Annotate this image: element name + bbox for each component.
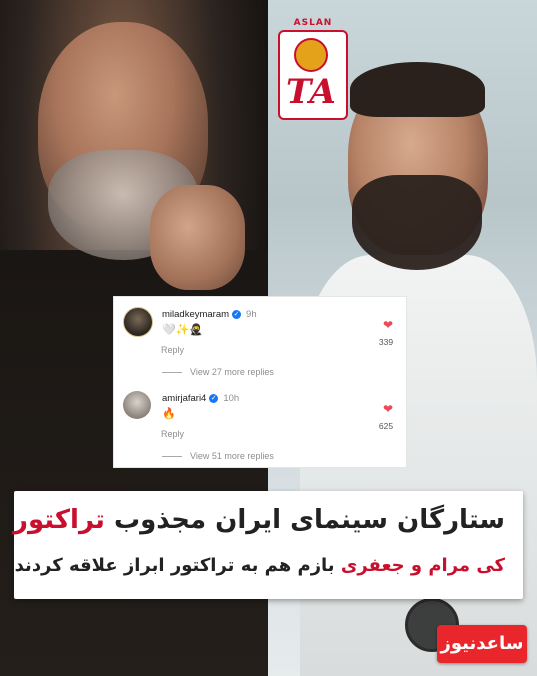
brand-name: ساعدنیوز xyxy=(440,633,524,654)
headline-banner: ستارگان سینمای ایران مجذوب تراکتور ! کی … xyxy=(0,491,523,599)
reply-button[interactable]: Reply xyxy=(161,345,184,355)
comment-time: 9h xyxy=(246,309,257,320)
comment-username[interactable]: amirjafari4 ✓ 10h xyxy=(162,393,239,404)
subheadline-highlight: کی مرام و جعفری xyxy=(340,555,505,576)
verified-badge-icon: ✓ xyxy=(209,393,219,403)
subheadline-rest: بازم هم به تراکتور ابراز علاقه کردند xyxy=(14,555,341,576)
brand-logo-badge: ساعدنیوز xyxy=(437,625,527,663)
headline-suffix: ! xyxy=(0,505,13,535)
logo-main-text: TA xyxy=(286,72,336,112)
logo-top-text: ASLAN xyxy=(293,18,333,28)
view-replies-link[interactable]: View 51 more replies xyxy=(162,451,274,461)
avatar[interactable] xyxy=(123,307,153,337)
left-man-hand xyxy=(150,185,245,290)
divider-line xyxy=(162,372,182,374)
like-count: 339 xyxy=(378,337,394,347)
username-text[interactable]: amirjafari4 xyxy=(162,393,206,404)
lion-icon xyxy=(294,38,328,72)
heart-icon[interactable]: ❤ xyxy=(382,319,394,331)
avatar[interactable] xyxy=(123,391,151,419)
view-replies-link[interactable]: View 27 more replies xyxy=(162,367,274,377)
comment-body: 🔥 xyxy=(162,407,176,420)
right-man-beard xyxy=(352,175,482,270)
comment-time: 10h xyxy=(223,393,240,404)
divider-line xyxy=(162,456,182,458)
verified-badge-icon: ✓ xyxy=(232,309,242,319)
logo-shield: TA xyxy=(278,30,348,120)
like-count: 625 xyxy=(378,421,394,431)
reply-button[interactable]: Reply xyxy=(161,429,184,439)
headline-prefix: ستارگان سینمای ایران مجذوب xyxy=(104,505,505,535)
heart-icon[interactable]: ❤ xyxy=(382,403,394,415)
right-man-hair xyxy=(350,62,485,117)
headline-highlight: تراکتور xyxy=(13,505,105,535)
subheadline: کی مرام و جعفری بازم هم به تراکتور ابراز… xyxy=(15,555,505,576)
headline: ستارگان سینمای ایران مجذوب تراکتور ! xyxy=(0,505,505,535)
view-replies-text[interactable]: View 27 more replies xyxy=(190,367,274,377)
comment-body: 🤍✨🥷 xyxy=(162,323,204,336)
comment-username[interactable]: miladkeymaram ✓ 9h xyxy=(162,309,257,320)
username-text[interactable]: miladkeymaram xyxy=(162,309,229,320)
tractor-club-logo: ASLAN TA xyxy=(278,18,348,122)
view-replies-text[interactable]: View 51 more replies xyxy=(190,451,274,461)
instagram-comments-card: miladkeymaram ✓ 9h 🤍✨🥷 Reply ❤ 339 View 27… xyxy=(113,296,407,468)
